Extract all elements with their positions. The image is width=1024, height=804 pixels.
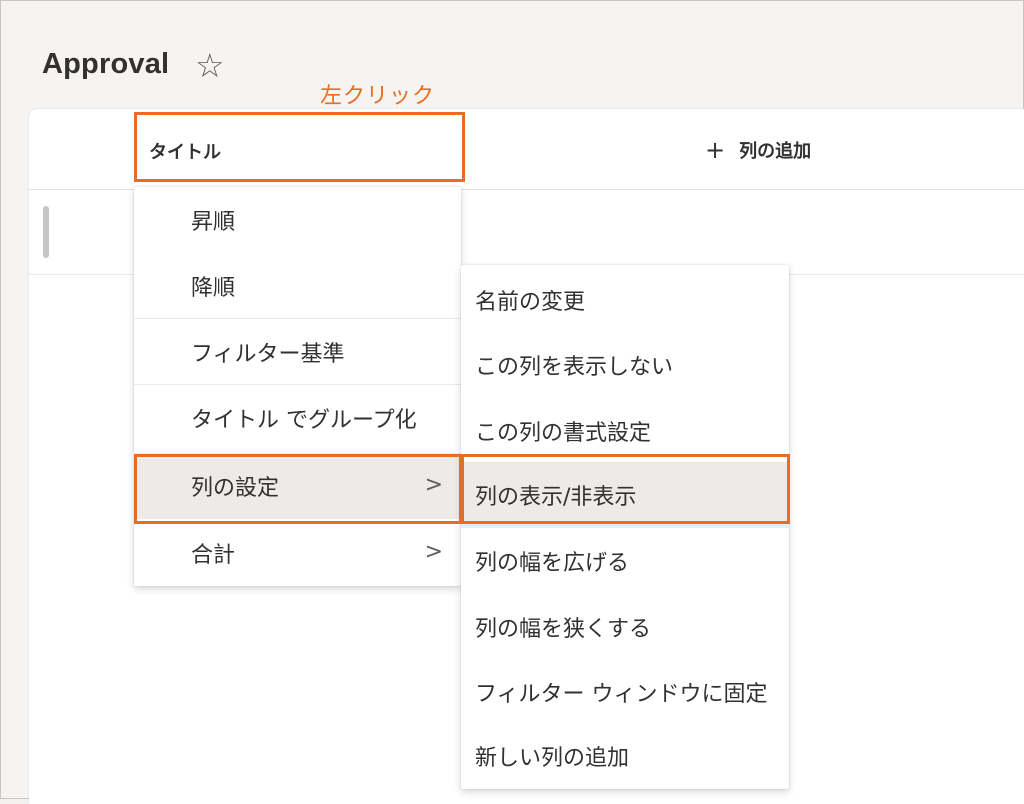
submenu-item-format-column[interactable]: この列の書式設定 xyxy=(461,398,789,464)
menu-item-filter-by[interactable]: フィルター基準 xyxy=(134,319,461,385)
menu-item-label: 合計 xyxy=(191,543,236,568)
chevron-right-icon: > xyxy=(424,539,443,565)
submenu-item-label: 列の幅を広げる xyxy=(475,551,630,576)
column-header-menu: 昇順 降順 フィルター基準 タイトル でグループ化 列の設定 > 合計 > xyxy=(134,187,461,586)
menu-item-sort-ascending[interactable]: 昇順 xyxy=(134,187,461,253)
submenu-item-rename[interactable]: 名前の変更 xyxy=(461,267,789,333)
submenu-item-label: この列を表示しない xyxy=(475,355,674,380)
menu-item-label: 列の設定 xyxy=(191,476,280,501)
row-selection-handle[interactable] xyxy=(43,206,49,258)
column-header-title[interactable]: タイトル xyxy=(149,138,221,164)
menu-item-label: 昇順 xyxy=(191,210,236,235)
menu-item-label: タイトル でグループ化 xyxy=(191,408,417,433)
column-settings-submenu: 名前の変更 この列を表示しない この列の書式設定 列の表示/非表示 列の幅を広げ… xyxy=(461,265,789,789)
page-title: Approval xyxy=(42,48,170,80)
submenu-item-label: 新しい列の追加 xyxy=(475,746,630,771)
add-column-label: 列の追加 xyxy=(739,141,812,162)
submenu-item-hide-column[interactable]: この列を表示しない xyxy=(461,332,789,398)
submenu-item-pin-to-filter-pane[interactable]: フィルター ウィンドウに固定 xyxy=(461,659,789,725)
submenu-item-label: 名前の変更 xyxy=(475,290,586,315)
menu-item-label: フィルター基準 xyxy=(191,342,345,367)
menu-item-totals[interactable]: 合計 > xyxy=(134,520,461,586)
menu-item-label: 降順 xyxy=(191,276,236,301)
submenu-item-show-hide-columns[interactable]: 列の表示/非表示 xyxy=(461,462,789,528)
plus-icon: + xyxy=(705,136,726,164)
submenu-item-label: フィルター ウィンドウに固定 xyxy=(475,682,768,707)
submenu-item-label: 列の表示/非表示 xyxy=(475,485,637,510)
submenu-item-label: 列の幅を狭くする xyxy=(475,617,652,642)
add-column-button[interactable]: + 列の追加 xyxy=(705,137,811,163)
menu-item-sort-descending[interactable]: 降順 xyxy=(134,253,461,319)
submenu-item-widen-column[interactable]: 列の幅を広げる xyxy=(461,528,789,594)
menu-item-column-settings[interactable]: 列の設定 > xyxy=(134,453,461,519)
submenu-item-add-new-column[interactable]: 新しい列の追加 xyxy=(461,723,789,789)
chevron-right-icon: > xyxy=(424,472,443,498)
submenu-item-narrow-column[interactable]: 列の幅を狭くする xyxy=(461,594,789,660)
annotation-callout: 左クリック xyxy=(320,84,436,109)
submenu-item-label: この列の書式設定 xyxy=(475,421,652,446)
menu-item-group-by[interactable]: タイトル でグループ化 xyxy=(134,385,461,451)
star-outline-icon[interactable]: ☆ xyxy=(195,49,225,82)
